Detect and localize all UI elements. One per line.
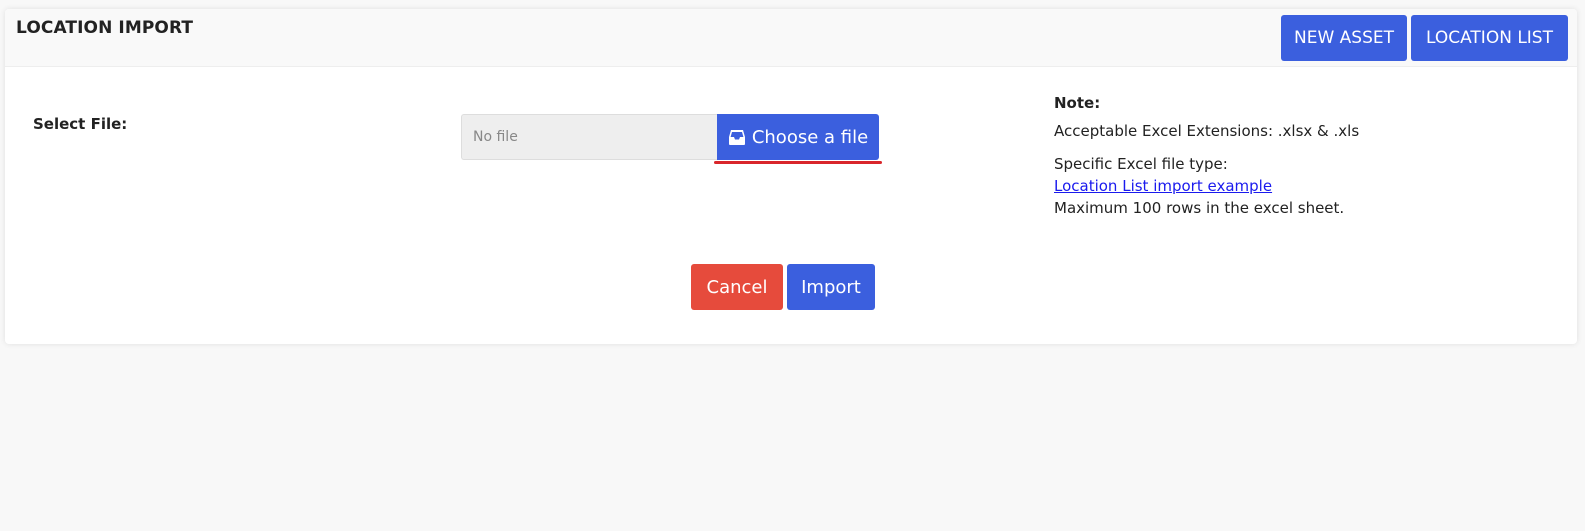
import-example-link[interactable]: Location List import example	[1054, 175, 1554, 197]
import-button[interactable]: Import	[787, 264, 875, 310]
select-file-label: Select File:	[33, 115, 128, 133]
note-extensions: Acceptable Excel Extensions: .xlsx & .xl…	[1054, 122, 1360, 140]
inbox-tray-icon	[728, 129, 746, 146]
card-header: LOCATION IMPORT NEW ASSET LOCATION LIST	[5, 9, 1577, 67]
file-name-field[interactable]: No file	[461, 114, 717, 160]
note-file-type: Specific Excel file type:	[1054, 155, 1228, 173]
note-panel: Note: Acceptable Excel Extensions: .xlsx…	[1054, 92, 1554, 219]
choose-file-button[interactable]: Choose a file	[717, 114, 879, 160]
note-max-rows: Maximum 100 rows in the excel sheet.	[1054, 199, 1345, 217]
page-title: LOCATION IMPORT	[16, 18, 194, 38]
choose-file-label: Choose a file	[751, 126, 869, 148]
file-placeholder: No file	[473, 129, 518, 145]
note-title: Note:	[1054, 94, 1101, 112]
choose-file-underline	[714, 161, 882, 164]
location-list-button[interactable]: LOCATION LIST	[1411, 15, 1568, 61]
cancel-button[interactable]: Cancel	[691, 264, 783, 310]
new-asset-button[interactable]: NEW ASSET	[1281, 15, 1407, 61]
